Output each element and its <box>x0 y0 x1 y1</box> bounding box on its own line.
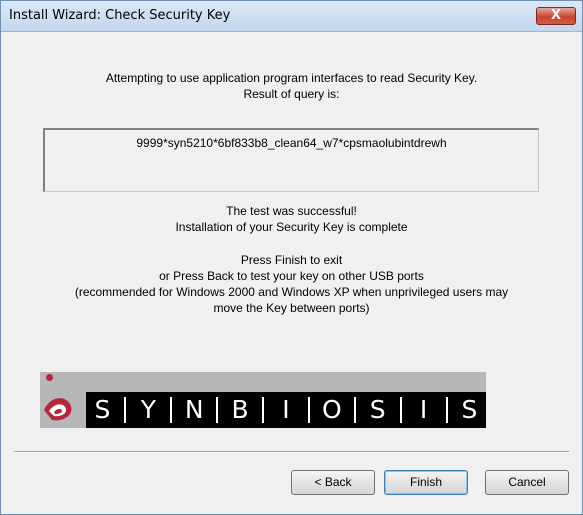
intro-line-1: Attempting to use application program in… <box>105 71 478 85</box>
finish-button[interactable]: Finish <box>384 470 468 495</box>
query-result-box: 9999*syn5210*6bf833b8_clean64_w7*cpsmaol… <box>43 128 539 192</box>
install-wizard-window: Install Wizard: Check Security Key X Att… <box>0 0 583 515</box>
logo-emblem-icon <box>44 398 72 421</box>
instruction-line-1: Press Finish to exit <box>240 253 343 267</box>
logo-separator <box>399 397 402 423</box>
logo-letter: S <box>461 395 478 424</box>
wizard-content: Attempting to use application program in… <box>2 32 581 513</box>
logo-separator <box>353 397 356 423</box>
logo-letter: S <box>94 395 111 424</box>
logo-letter: Y <box>140 395 156 424</box>
window-title: Install Wizard: Check Security Key <box>9 8 231 23</box>
cancel-button[interactable]: Cancel <box>485 470 569 495</box>
logo-separator <box>307 397 310 423</box>
synbiosis-logo: S Y N B I O S I S <box>40 372 486 428</box>
button-divider <box>14 451 569 453</box>
title-bar[interactable]: Install Wizard: Check Security Key X <box>1 1 582 32</box>
back-button[interactable]: < Back <box>291 470 375 495</box>
query-result-value: 9999*syn5210*6bf833b8_clean64_w7*cpsmaol… <box>136 136 447 150</box>
status-line-2: Installation of your Security Key is com… <box>175 220 408 234</box>
logo-letter: I <box>419 395 428 424</box>
logo-separator <box>216 397 219 423</box>
logo-separator <box>170 397 173 423</box>
logo-letter: B <box>231 395 249 424</box>
logo-letter: O <box>322 395 342 424</box>
instruction-line-2: or Press Back to test your key on other … <box>159 269 424 283</box>
logo-wordmark: S Y N B I O S I S <box>86 392 486 428</box>
intro-line-2: Result of query is: <box>243 87 340 101</box>
instruction-line-3: (recommended for Windows 2000 and Window… <box>74 285 509 299</box>
logo-letter: S <box>369 395 386 424</box>
logo-letter: I <box>282 395 290 424</box>
logo-separator <box>124 397 127 423</box>
status-line-1: The test was successful! <box>226 204 357 218</box>
close-icon: X <box>550 8 562 23</box>
logo-separator <box>445 397 448 423</box>
logo-letter: N <box>184 395 204 424</box>
close-button[interactable]: X <box>536 7 576 25</box>
instruction-line-4: move the Key between ports) <box>213 301 370 315</box>
logo-dot-icon <box>46 374 53 381</box>
logo-separator <box>262 397 265 423</box>
